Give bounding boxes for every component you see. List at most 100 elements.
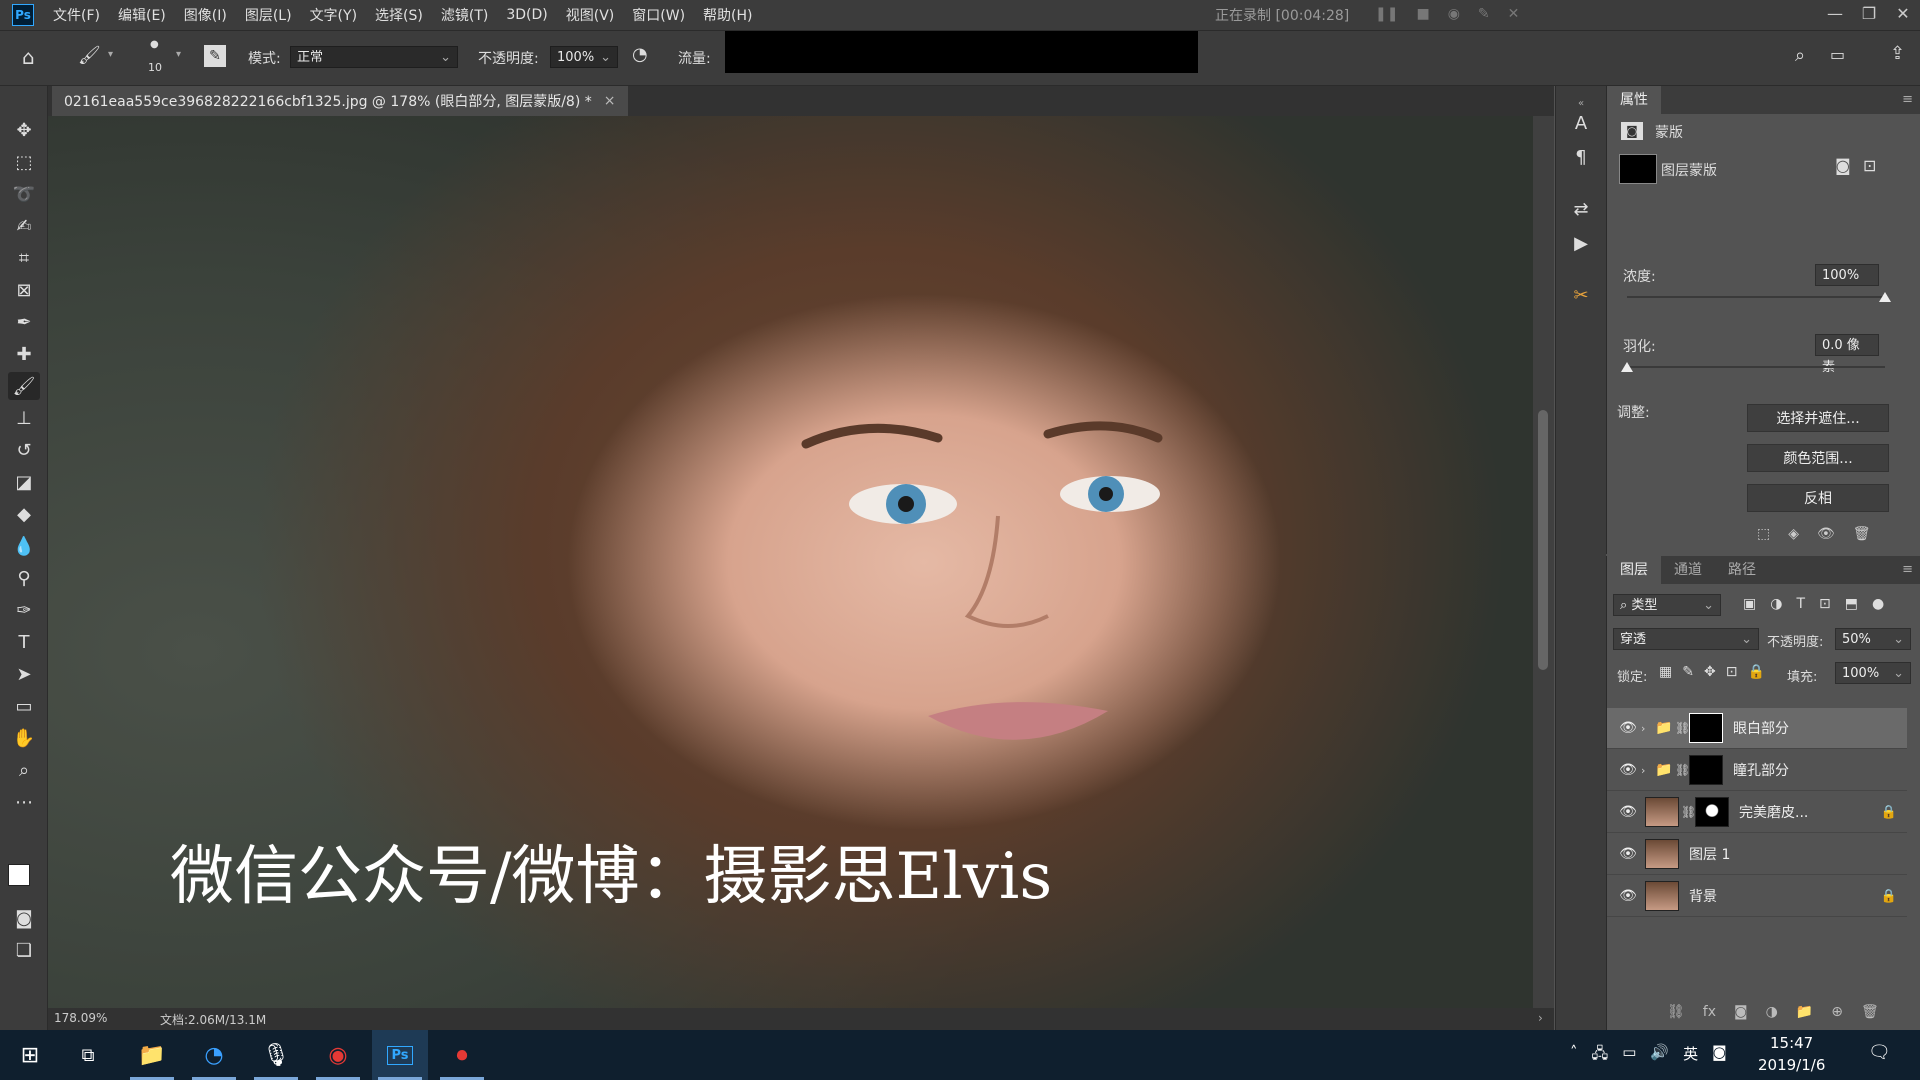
paragraph-panel-icon[interactable]: ¶ — [1568, 144, 1594, 170]
pen-tool-icon[interactable]: ✑ — [8, 596, 40, 624]
menu-view[interactable]: 视图(V) — [557, 5, 624, 25]
quick-mask-icon[interactable]: ◙ — [8, 904, 40, 932]
layer-row-layer1[interactable]: 👁 图层 1 — [1607, 834, 1907, 875]
panel-menu-icon[interactable]: ≡ — [1894, 86, 1920, 114]
lasso-tool-icon[interactable]: ➰ — [8, 180, 40, 208]
lock-position-icon[interactable]: ✥ — [1704, 664, 1716, 680]
layer-mask-thumbnail[interactable] — [1689, 755, 1723, 785]
link-layers-icon[interactable]: ⛓ — [1667, 1004, 1685, 1020]
tab-layers[interactable]: 图层 — [1607, 556, 1661, 584]
actions-play-icon[interactable]: ▶ — [1568, 230, 1594, 256]
density-slider-thumb[interactable] — [1879, 292, 1891, 302]
pen-icon[interactable]: ✎ — [1478, 6, 1490, 22]
tools-plugin-icon[interactable]: ✂ — [1568, 282, 1594, 308]
layer-row-pupils[interactable]: 👁 › 📁 ⛓ 瞳孔部分 — [1607, 750, 1907, 791]
feather-input[interactable]: 0.0 像素 — [1815, 334, 1879, 375]
layer-opacity-input[interactable]: 50% ⌄ — [1835, 628, 1911, 650]
eyedropper-tool-icon[interactable]: ✒ — [8, 308, 40, 336]
ime-indicator[interactable]: 英 — [1683, 1043, 1698, 1068]
microphone-app-icon[interactable]: 🎙 — [248, 1030, 304, 1080]
panel-menu-icon[interactable]: ≡ — [1894, 556, 1920, 584]
crop-tool-icon[interactable]: ⌗ — [8, 244, 40, 272]
link-icon[interactable]: ⛓ — [1675, 763, 1690, 777]
type-tool-icon[interactable]: T — [8, 628, 40, 656]
lock-transparency-icon[interactable]: ▦ — [1659, 664, 1672, 680]
share-icon[interactable]: ⇪ — [1890, 43, 1905, 64]
restore-button[interactable]: ❐ — [1852, 0, 1886, 30]
fill-input[interactable]: 100% ⌄ — [1835, 662, 1911, 684]
battery-icon[interactable]: ▭ — [1622, 1043, 1636, 1068]
camera-icon[interactable]: ◉ — [1448, 6, 1460, 22]
visibility-eye-icon[interactable]: 👁 — [1615, 762, 1641, 778]
smart-filter-icon[interactable]: ⬒ — [1845, 596, 1858, 612]
feather-slider-thumb[interactable] — [1621, 362, 1633, 372]
vector-mask-icon[interactable]: ⊡ — [1863, 156, 1876, 175]
path-select-tool-icon[interactable]: ➤ — [8, 660, 40, 688]
history-panel-icon[interactable]: ⇄ — [1568, 196, 1594, 222]
foreground-color-swatch[interactable] — [8, 864, 30, 886]
visibility-eye-icon[interactable]: 👁 — [1615, 888, 1641, 904]
filter-toggle-icon[interactable]: ● — [1872, 596, 1884, 612]
clock-time[interactable]: 15:47 — [1770, 1034, 1813, 1052]
color-range-button[interactable]: 颜色范围... — [1747, 444, 1889, 472]
search-icon[interactable]: ⌕ — [1795, 45, 1805, 66]
pixel-filter-icon[interactable]: ▣ — [1743, 596, 1756, 612]
chevron-right-icon[interactable]: › — [1641, 722, 1655, 735]
layer-mask-thumbnail[interactable] — [1695, 797, 1729, 827]
eraser-tool-icon[interactable]: ◪ — [8, 468, 40, 496]
new-group-icon[interactable]: 📁 — [1796, 1004, 1813, 1020]
music-app-icon[interactable]: ◉ — [310, 1030, 366, 1080]
marquee-tool-icon[interactable]: ⬚ — [8, 148, 40, 176]
clock-date[interactable]: 2019/1/6 — [1758, 1056, 1825, 1074]
invert-button[interactable]: 反相 — [1747, 484, 1889, 512]
add-mask-icon[interactable]: ◙ — [1734, 1004, 1748, 1020]
chevron-down-icon[interactable]: ▾ — [176, 49, 181, 60]
menu-layer[interactable]: 图层(L) — [236, 5, 301, 25]
adjustment-layer-icon[interactable]: ◑ — [1766, 1004, 1778, 1020]
document-tab[interactable]: 02161eaa559ce396828222166cbf1325.jpg @ 1… — [52, 86, 628, 116]
menu-help[interactable]: 帮助(H) — [694, 5, 761, 25]
screen-mode-icon[interactable]: ❏ — [8, 936, 40, 964]
layer-row-eye-whites[interactable]: 👁 › 📁 ⛓ 眼白部分 — [1607, 708, 1907, 749]
windows-start-icon[interactable]: ⊞ — [2, 1030, 58, 1080]
menu-select[interactable]: 选择(S) — [366, 5, 432, 25]
delete-layer-icon[interactable]: 🗑 — [1861, 1004, 1879, 1020]
lock-artboard-icon[interactable]: ⊡ — [1726, 664, 1738, 680]
layer-row-background[interactable]: 👁 背景 🔒 — [1607, 876, 1907, 917]
workspace-icon[interactable]: ▭ — [1830, 45, 1845, 64]
menu-edit[interactable]: 编辑(E) — [109, 5, 175, 25]
delete-mask-icon[interactable]: 🗑 — [1853, 526, 1871, 542]
zoom-level[interactable]: 178.09% — [54, 1011, 107, 1025]
tray-app-icon[interactable]: ◙ — [1712, 1043, 1727, 1068]
tab-properties[interactable]: 属性 — [1607, 86, 1661, 114]
volume-icon[interactable]: 🔊 — [1650, 1043, 1669, 1068]
brush-tool-icon[interactable]: 🖌 — [8, 372, 40, 400]
browser-icon[interactable]: ◔ — [186, 1030, 242, 1080]
shape-filter-icon[interactable]: ⊡ — [1819, 596, 1831, 612]
move-tool-icon[interactable]: ✥ — [8, 116, 40, 144]
lock-all-icon[interactable]: 🔒 — [1747, 664, 1764, 680]
close-tab-icon[interactable]: × — [604, 93, 616, 109]
visibility-eye-icon[interactable]: 👁 — [1615, 804, 1641, 820]
layer-mask-thumbnail[interactable] — [1689, 713, 1723, 743]
task-view-icon[interactable]: ⧉ — [60, 1030, 116, 1080]
frame-tool-icon[interactable]: ⊠ — [8, 276, 40, 304]
photoshop-taskbar-icon[interactable]: Ps — [372, 1030, 428, 1080]
blur-tool-icon[interactable]: 💧 — [8, 532, 40, 560]
layer-thumbnail[interactable] — [1645, 881, 1679, 911]
blend-mode-select[interactable]: 穿透 ⌄ — [1613, 628, 1759, 650]
layer-thumbnail[interactable] — [1645, 839, 1679, 869]
character-panel-icon[interactable]: A — [1568, 110, 1594, 136]
pause-icon[interactable]: ❚❚ — [1375, 6, 1398, 22]
link-icon[interactable]: ⛓ — [1681, 805, 1696, 819]
menu-filter[interactable]: 滤镜(T) — [432, 5, 497, 25]
close-window-button[interactable]: ✕ — [1886, 0, 1920, 30]
tab-channels[interactable]: 通道 — [1661, 556, 1715, 584]
more-tools-icon[interactable]: ⋯ — [8, 788, 40, 816]
adjustment-filter-icon[interactable]: ◑ — [1770, 596, 1782, 612]
quick-select-tool-icon[interactable]: ✍ — [8, 212, 40, 240]
tab-paths[interactable]: 路径 — [1715, 556, 1769, 584]
layer-thumbnail[interactable] — [1645, 797, 1679, 827]
opacity-input[interactable]: 100% ⌄ — [550, 46, 618, 68]
healing-tool-icon[interactable]: ✚ — [8, 340, 40, 368]
